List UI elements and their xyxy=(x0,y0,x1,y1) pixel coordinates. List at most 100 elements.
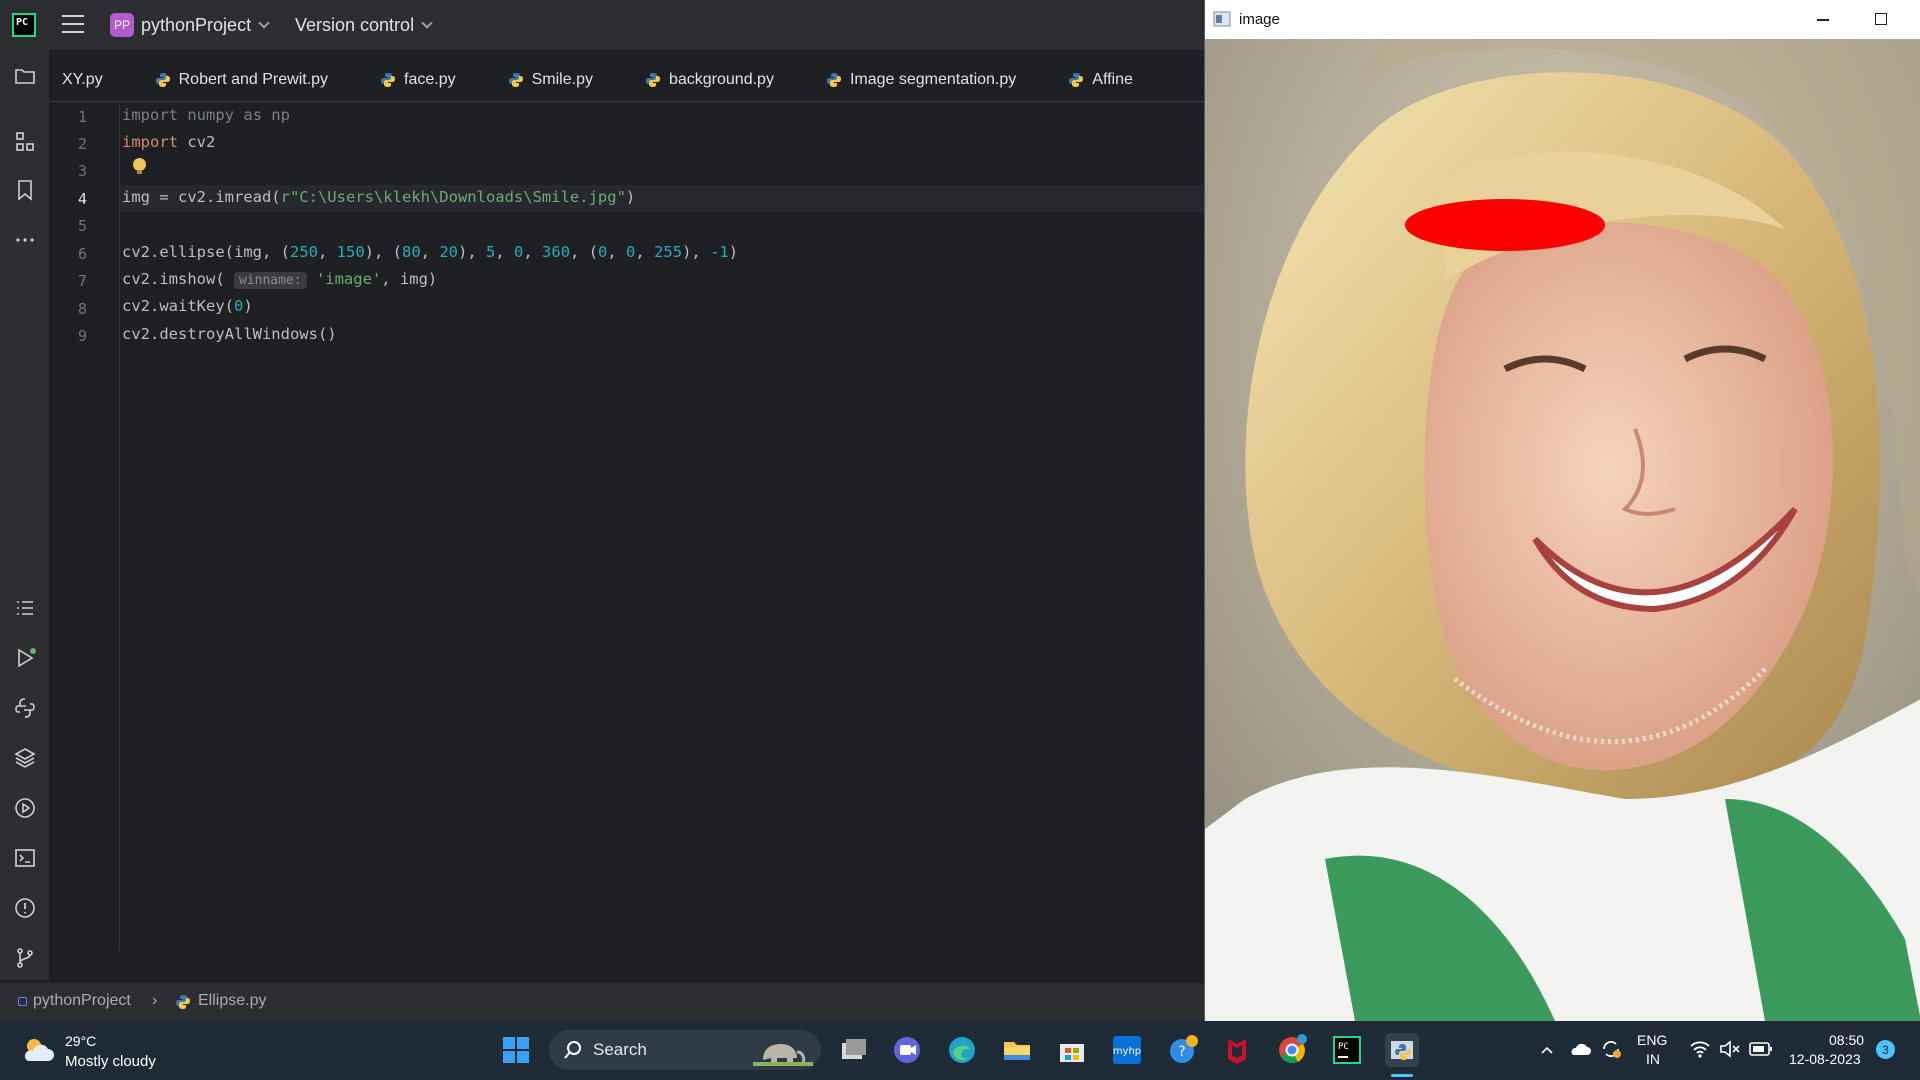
code-text: , xyxy=(495,243,515,261)
tab-face[interactable]: face.py xyxy=(380,58,456,101)
image-canvas xyxy=(1205,39,1920,1021)
minimize-icon[interactable] xyxy=(1817,19,1829,21)
git-branch-icon[interactable] xyxy=(13,946,37,970)
elephant-illustration-icon xyxy=(753,1044,813,1066)
windows-start-icon[interactable] xyxy=(499,1033,533,1067)
weather-temperature[interactable]: 29°C xyxy=(65,1033,96,1049)
taskbar-search-box[interactable]: Search xyxy=(549,1030,821,1070)
breadcrumb-file[interactable]: Ellipse.py xyxy=(198,992,266,1010)
line-number: 2 xyxy=(77,135,87,153)
project-badge[interactable]: PP xyxy=(110,13,134,37)
main-menu-icon[interactable] xyxy=(62,15,84,33)
module-icon xyxy=(18,997,27,1006)
svg-text:?: ? xyxy=(1178,1044,1185,1060)
edge-browser-icon[interactable] xyxy=(945,1033,979,1067)
tab-label: Robert and Prewit.py xyxy=(178,70,329,88)
code-text: ), ( xyxy=(364,243,402,261)
weather-description[interactable]: Mostly cloudy xyxy=(65,1053,156,1070)
maximize-icon[interactable] xyxy=(1875,13,1887,25)
layers-icon[interactable] xyxy=(13,746,37,770)
microsoft-store-icon[interactable] xyxy=(1055,1033,1089,1067)
windows-taskbar: 29°C Mostly cloudy Search myhp ? PC ENG … xyxy=(0,1021,1920,1080)
lightbulb-icon[interactable] xyxy=(133,158,146,174)
tab-xy[interactable]: XY.py xyxy=(62,58,103,101)
project-name-dropdown[interactable]: pythonProject xyxy=(141,15,251,36)
pycharm-logo-icon[interactable]: PC xyxy=(12,13,36,37)
code-text: cv2.destroyAllWindows() xyxy=(122,325,337,343)
pycharm-taskbar-icon[interactable]: PC xyxy=(1330,1033,1364,1067)
image-window: image xyxy=(1204,0,1920,1021)
number-literal: 360 xyxy=(542,243,571,261)
tab-image-segmentation[interactable]: Image segmentation.py xyxy=(826,58,1016,101)
run-icon[interactable] xyxy=(13,646,37,670)
line-number: 8 xyxy=(77,300,87,318)
wifi-icon[interactable] xyxy=(1689,1039,1711,1059)
number-literal: 5 xyxy=(486,243,496,261)
parameter-hint: winname: xyxy=(233,272,307,289)
more-icon[interactable] xyxy=(13,228,37,252)
structure-icon[interactable] xyxy=(13,130,37,154)
line-number: 9 xyxy=(77,327,87,345)
code-text: , ( xyxy=(570,243,599,261)
code-text: ) xyxy=(625,188,636,206)
tab-label: face.py xyxy=(404,70,456,88)
python-file-icon xyxy=(381,72,396,87)
terminal-icon[interactable] xyxy=(13,846,37,870)
editor-tabs: XY.py Robert and Prewit.py face.py Smile… xyxy=(50,58,1204,102)
services-icon[interactable] xyxy=(13,796,37,820)
folder-icon[interactable] xyxy=(13,64,37,88)
problems-icon[interactable] xyxy=(13,896,37,920)
photo-image xyxy=(1205,39,1920,1021)
language-indicator[interactable]: ENG xyxy=(1637,1032,1667,1048)
tab-affine[interactable]: Affine xyxy=(1068,58,1133,101)
breadcrumb-project[interactable]: pythonProject xyxy=(33,992,131,1010)
number-literal: 0 xyxy=(626,243,636,261)
number-literal: -1 xyxy=(710,243,729,261)
myhp-icon[interactable]: myhp xyxy=(1110,1033,1144,1067)
line-number: 4 xyxy=(77,190,87,208)
tab-background[interactable]: background.py xyxy=(645,58,774,101)
code-line-4: img = cv2.imread(r"C:\Users\klekh\Downlo… xyxy=(122,188,635,214)
chrome-icon[interactable] xyxy=(1275,1033,1309,1067)
number-literal: 0 xyxy=(598,243,608,261)
file-explorer-icon[interactable] xyxy=(1000,1033,1034,1067)
status-bar: pythonProject › Ellipse.py xyxy=(0,982,1204,1021)
version-control-dropdown[interactable]: Version control xyxy=(295,15,414,36)
todo-list-icon[interactable] xyxy=(13,596,37,620)
tab-smile[interactable]: Smile.py xyxy=(508,58,593,101)
line-number: 1 xyxy=(77,108,87,126)
code-text: , xyxy=(523,243,543,261)
sync-icon[interactable] xyxy=(1600,1038,1622,1060)
bookmark-icon[interactable] xyxy=(13,178,37,202)
speaker-muted-icon[interactable] xyxy=(1719,1039,1741,1059)
onedrive-cloud-icon[interactable] xyxy=(1569,1040,1591,1058)
chevron-up-icon[interactable] xyxy=(1540,1043,1554,1057)
code-text: ) xyxy=(243,297,253,315)
python-console-icon[interactable] xyxy=(13,696,37,720)
region-indicator[interactable]: IN xyxy=(1646,1051,1660,1067)
python-app-icon[interactable] xyxy=(1385,1033,1419,1067)
clock-time[interactable]: 08:50 xyxy=(1829,1032,1864,1048)
code-line-9: cv2.destroyAllWindows() xyxy=(122,325,337,351)
notification-badge[interactable]: 3 xyxy=(1876,1040,1895,1059)
help-app-icon[interactable]: ? xyxy=(1166,1033,1200,1067)
number-literal: 20 xyxy=(439,243,458,261)
teams-chat-icon[interactable] xyxy=(890,1033,924,1067)
number-literal: 255 xyxy=(654,243,683,261)
chevron-down-icon[interactable] xyxy=(421,17,433,29)
tab-robert-and-prewit[interactable]: Robert and Prewit.py xyxy=(155,58,329,101)
task-view-icon[interactable] xyxy=(836,1033,870,1067)
clock-date[interactable]: 12-08-2023 xyxy=(1789,1051,1861,1067)
weather-cloud-icon[interactable] xyxy=(20,1035,56,1065)
image-window-title: image xyxy=(1239,11,1280,28)
battery-icon[interactable] xyxy=(1749,1041,1773,1057)
string-literal: 'image' xyxy=(306,270,382,288)
mcafee-icon[interactable] xyxy=(1220,1033,1254,1067)
code-text: cv2.waitKey( xyxy=(122,297,234,315)
chevron-down-icon[interactable] xyxy=(258,17,270,29)
python-file-icon xyxy=(1069,72,1084,87)
keyword: import xyxy=(122,133,178,151)
code-text: import numpy as np xyxy=(122,106,290,124)
code-text: , xyxy=(420,243,440,261)
tab-label: XY.py xyxy=(62,70,103,88)
